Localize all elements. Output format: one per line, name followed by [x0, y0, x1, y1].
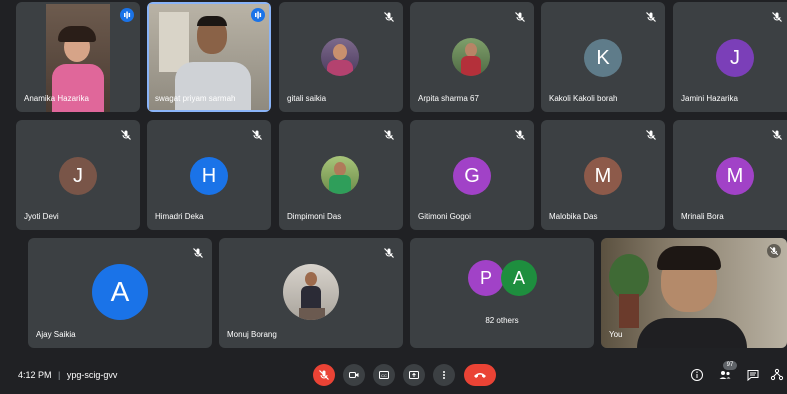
- self-video: [601, 238, 787, 348]
- speaking-indicator-icon: [251, 8, 265, 22]
- participant-tile[interactable]: G Gitimoni Gogoi: [410, 120, 534, 230]
- avatar: P: [468, 260, 504, 296]
- avatar: A: [92, 264, 148, 320]
- participant-name: Mrinali Bora: [681, 212, 724, 221]
- activities-icon: [770, 368, 784, 381]
- participant-name: Jamini Hazarika: [681, 94, 738, 103]
- mic-off-icon: [192, 246, 204, 258]
- participant-name: Dimpimoni Das: [287, 212, 342, 221]
- participant-tile[interactable]: J Jyoti Devi: [16, 120, 140, 230]
- end-call-icon: [474, 373, 486, 378]
- participant-name: Arpita sharma 67: [418, 94, 479, 103]
- chat-icon: [747, 370, 759, 382]
- mic-off-icon: [514, 128, 526, 140]
- mic-off-icon: [319, 370, 329, 380]
- participant-tile[interactable]: Monuj Borang: [219, 238, 403, 348]
- camera-icon: [349, 372, 359, 378]
- avatar: H: [190, 157, 228, 195]
- participant-name: gitali saikia: [287, 94, 327, 103]
- current-time: 4:12 PM: [18, 370, 52, 380]
- participant-tile[interactable]: M Mrinali Bora: [673, 120, 787, 230]
- avatar: G: [453, 157, 491, 195]
- more-vert-icon: [443, 371, 445, 379]
- people-count-badge: 97: [723, 361, 737, 370]
- mic-off-icon: [771, 10, 783, 22]
- mic-toggle-button[interactable]: [313, 364, 335, 386]
- present-now-button[interactable]: [403, 364, 425, 386]
- speaking-indicator-icon: [120, 8, 134, 22]
- activities-button[interactable]: [770, 367, 784, 383]
- participant-tile[interactable]: K Kakoli Kakoli borah: [541, 2, 665, 112]
- participant-tile[interactable]: Dimpimoni Das: [279, 120, 403, 230]
- participant-tile[interactable]: H Himadri Deka: [147, 120, 271, 230]
- self-view-tile[interactable]: You: [601, 238, 787, 348]
- avatar: [321, 38, 359, 76]
- participant-tile[interactable]: M Malobika Das: [541, 120, 665, 230]
- participant-tile[interactable]: swagat priyam sarmah: [147, 2, 271, 112]
- participant-name: Anamika Hazarika: [24, 94, 89, 103]
- participant-tile[interactable]: A Ajay Saikia: [28, 238, 212, 348]
- meeting-info: 4:12 PM | ypg-scig-gvv: [18, 370, 117, 380]
- present-icon: [409, 371, 419, 379]
- more-options-button[interactable]: [433, 364, 455, 386]
- participant-name: Monuj Borang: [227, 330, 277, 339]
- participant-name: Himadri Deka: [155, 212, 204, 221]
- others-tile[interactable]: P A 82 others: [410, 238, 594, 348]
- people-button[interactable]: 97: [717, 361, 737, 383]
- avatar: [283, 264, 339, 320]
- captions-button[interactable]: CC: [373, 364, 395, 386]
- avatar: A: [501, 260, 537, 296]
- svg-text:CC: CC: [381, 373, 387, 378]
- leave-call-button[interactable]: [464, 364, 496, 386]
- others-count: 82 others: [485, 316, 519, 325]
- info-icon: [691, 369, 703, 381]
- captions-icon: CC: [379, 371, 389, 379]
- mic-off-icon: [383, 10, 395, 22]
- mic-off-icon: [514, 10, 526, 22]
- participant-name: swagat priyam sarmah: [155, 94, 236, 103]
- mic-off-icon: [645, 128, 657, 140]
- mic-off-icon: [120, 128, 132, 140]
- mic-off-icon: [251, 128, 263, 140]
- participant-tile[interactable]: gitali saikia: [279, 2, 403, 112]
- participant-name: Gitimoni Gogoi: [418, 212, 471, 221]
- participant-tile[interactable]: J Jamini Hazarika: [673, 2, 787, 112]
- mic-off-icon: [383, 128, 395, 140]
- meeting-code: ypg-scig-gvv: [66, 370, 118, 380]
- chat-button[interactable]: [745, 367, 761, 383]
- avatar: M: [716, 157, 754, 195]
- mic-off-icon: [771, 128, 783, 140]
- participant-name: You: [609, 330, 623, 339]
- participant-name: Malobika Das: [549, 212, 598, 221]
- bottom-control-bar: 4:12 PM | ypg-scig-gvv CC 97: [0, 354, 787, 394]
- participant-grid: Anamika Hazarika swagat priyam sarmah gi…: [0, 0, 787, 354]
- mic-off-icon: [645, 10, 657, 22]
- mic-off-icon: [383, 246, 395, 258]
- avatar: [452, 38, 490, 76]
- participant-tile[interactable]: Anamika Hazarika: [16, 2, 140, 112]
- avatar: J: [59, 157, 97, 195]
- participant-name: Ajay Saikia: [36, 330, 76, 339]
- avatar: K: [584, 39, 622, 77]
- mic-off-icon: [767, 244, 781, 258]
- separator: |: [58, 370, 61, 380]
- avatar: J: [716, 39, 754, 77]
- camera-toggle-button[interactable]: [343, 364, 365, 386]
- people-icon: [719, 371, 731, 379]
- meeting-details-button[interactable]: [689, 367, 705, 383]
- participant-tile[interactable]: Arpita sharma 67: [410, 2, 534, 112]
- participant-name: Jyoti Devi: [24, 212, 59, 221]
- avatar: [321, 156, 359, 194]
- avatar: M: [584, 157, 622, 195]
- participant-name: Kakoli Kakoli borah: [549, 94, 618, 103]
